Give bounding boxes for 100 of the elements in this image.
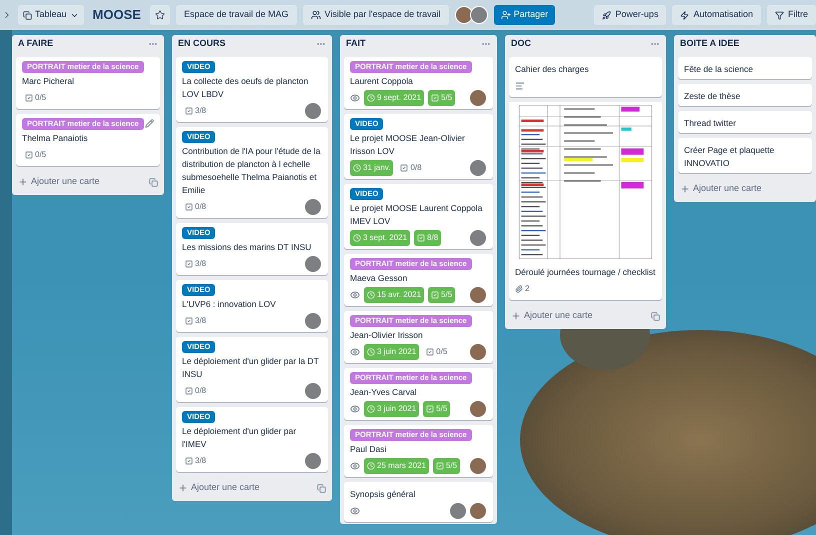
avatar[interactable]: [469, 88, 487, 106]
edit-icon[interactable]: [145, 119, 154, 128]
checklist-count: 0/5: [423, 344, 450, 360]
card-title: Jean-Olivier Irisson: [350, 329, 424, 342]
checkbox-icon: [185, 386, 193, 394]
add-card-button[interactable]: Ajouter une carte: [511, 309, 593, 323]
avatar[interactable]: [469, 158, 487, 176]
avatar[interactable]: [469, 456, 487, 474]
checkbox-icon: [431, 94, 440, 102]
card-title: Synopsis général: [350, 488, 416, 501]
clock-icon: [367, 462, 375, 470]
checkbox-icon: [185, 316, 193, 324]
filter-button[interactable]: Filtre: [767, 5, 816, 25]
checkbox-icon: [25, 94, 33, 102]
checklist-badge: 8/8: [414, 230, 442, 246]
card-title: Le déploiement d'un glider par la DT INSU: [182, 355, 320, 381]
card-title: Maeva Gesson: [350, 272, 408, 285]
avatar[interactable]: [469, 502, 487, 520]
checklist-count: 3/8: [182, 102, 210, 118]
card-title: Créer Page et plaquette INNOVATIO: [684, 144, 776, 170]
visibility-button[interactable]: Visible par l'espace de travail: [302, 5, 449, 25]
template-icon[interactable]: [651, 312, 660, 320]
avatar[interactable]: [449, 502, 467, 520]
checklist-badge: 5/5: [432, 458, 460, 474]
clock-icon: [367, 404, 375, 412]
avatar[interactable]: [454, 6, 473, 24]
list-title[interactable]: EN COURS: [178, 36, 226, 50]
lightning-icon: [680, 10, 690, 20]
add-card-button[interactable]: Ajouter une carte: [680, 182, 762, 196]
share-button[interactable]: Partager: [494, 5, 556, 25]
plus-icon: [178, 483, 188, 493]
clock-icon: [367, 94, 375, 102]
card[interactable]: Déroulé journées tournage / checklist 2: [509, 102, 662, 300]
checklist-count: 0/8: [182, 198, 210, 214]
card-title: Contribution de l'IA pour l'étude de la distribution de plancton à l echelle submesoehelle Thelma Paianotis et Emilie: [182, 145, 322, 197]
avatar[interactable]: [469, 342, 487, 360]
view-switcher-button[interactable]: Tableau: [18, 5, 84, 25]
card-title: Le projet MOOSE Jean-Olivier Irisson LOV: [350, 132, 466, 158]
card-title: Thread twitter: [684, 117, 737, 130]
clock-icon: [353, 164, 361, 172]
avatar[interactable]: [304, 312, 322, 330]
avatar[interactable]: [469, 286, 487, 304]
avatar[interactable]: [470, 6, 488, 24]
list-title[interactable]: BOITE A IDEE: [680, 36, 740, 50]
board-title[interactable]: MOOSE: [90, 5, 144, 25]
board-icon: [23, 10, 32, 20]
card[interactable]: Thread twitter: [678, 111, 812, 133]
add-card-button[interactable]: Ajouter une carte: [178, 481, 260, 495]
clock-icon: [353, 234, 361, 242]
checklist-count: 3/8: [182, 312, 210, 328]
attachment-count: 2: [515, 282, 530, 294]
template-icon[interactable]: [149, 178, 158, 186]
checkbox-icon: [431, 290, 440, 298]
checkbox-icon: [417, 234, 426, 242]
avatar[interactable]: [469, 400, 487, 418]
list-title[interactable]: A FAIRE: [18, 36, 54, 50]
star-icon: [154, 10, 165, 20]
card-title: Cahier des charges: [515, 63, 590, 76]
checklist-badge: 5/5: [423, 400, 450, 416]
card-title: Le projet MOOSE Laurent Coppola IMEV LOV: [350, 202, 484, 228]
card[interactable]: Créer Page et plaquette INNOVATIO: [678, 138, 812, 173]
card-title: La collecte des oeufs de plancton LOV LBDV: [182, 75, 310, 101]
avatar[interactable]: [304, 102, 322, 120]
checkbox-icon: [185, 106, 193, 114]
checklist-count: 0/8: [182, 382, 210, 398]
avatar[interactable]: [304, 452, 322, 470]
avatar[interactable]: [469, 228, 487, 246]
checkbox-icon: [185, 260, 193, 268]
checklist-count: 0/5: [22, 90, 50, 106]
card[interactable]: Zeste de thèse: [678, 84, 812, 106]
list-title[interactable]: FAIT: [346, 36, 366, 50]
checklist-badge: 5/5: [428, 286, 456, 302]
paperclip-icon: [515, 284, 523, 292]
clock-icon: [367, 348, 375, 356]
avatar[interactable]: [304, 254, 322, 272]
card[interactable]: Fête de la science: [678, 57, 812, 79]
checklist-count: 0/5: [22, 146, 50, 162]
card-title: Paul Dasi: [350, 443, 388, 456]
card-title: Le déploiement d'un glider par l'IMEV: [182, 425, 298, 451]
clock-icon: [367, 290, 375, 298]
list-title[interactable]: DOC: [511, 36, 531, 50]
checkbox-icon: [426, 348, 434, 356]
add-card-button[interactable]: Ajouter une carte: [18, 175, 100, 189]
star-button[interactable]: [150, 5, 170, 25]
avatar[interactable]: [304, 198, 322, 216]
avatar[interactable]: [304, 382, 322, 400]
plus-icon: [511, 311, 521, 321]
workspace-button[interactable]: Espace de travail de MAG: [176, 5, 296, 25]
powerups-button[interactable]: Power-ups: [594, 5, 666, 25]
card-title: Thelma Panaiotis: [22, 132, 89, 145]
checkbox-icon: [426, 404, 434, 412]
checklist-count: 3/8: [182, 452, 210, 468]
checklist-badge: 5/5: [428, 90, 456, 106]
add-person-icon: [500, 10, 511, 20]
card[interactable]: Cahier des charges: [509, 57, 662, 97]
card[interactable]: Synopsis général: [344, 482, 493, 522]
automation-button[interactable]: Automatisation: [672, 5, 761, 25]
card-title: Déroulé journées tournage / checklist: [515, 266, 656, 279]
template-icon[interactable]: [317, 484, 326, 492]
card-title: L'UVP6 : innovation LOV: [182, 298, 277, 311]
